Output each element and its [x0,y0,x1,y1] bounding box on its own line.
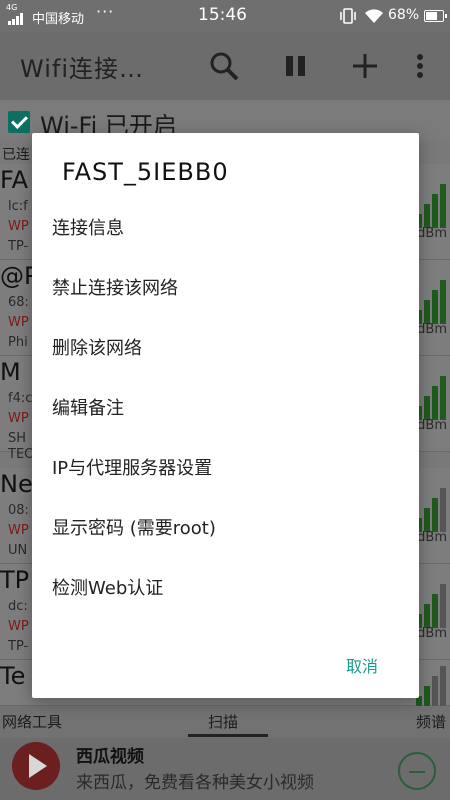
signal-strength-icon [416,280,446,324]
network-ssid: FA [0,166,29,194]
battery-percent: 68% [388,7,420,23]
wifi-icon [365,9,383,23]
tab-scan[interactable]: 扫描 [208,711,238,732]
menu-item-forbid-connect[interactable]: 禁止连接该网络 [32,259,419,319]
network-mac: f4:c [8,391,33,406]
tab-spectrum[interactable]: 频谱 [416,711,446,732]
network-vendor: UN [8,543,28,558]
network-options-dialog: FAST_5IEBB0 连接信息 禁止连接该网络 删除该网络 编辑备注 IP与代… [32,133,419,698]
dialog-title: FAST_5IEBB0 [62,158,229,186]
network-vendor: SH [8,431,27,446]
watermelon-video-logo [12,742,60,790]
network-ssid: TP [0,566,30,594]
network-dbm: dBm [417,626,447,641]
network-ssid: Te [0,662,26,690]
signal-strength-icon [416,184,446,228]
carrier-name: 中国移动 [32,12,85,27]
network-ssid: Ne [0,470,33,498]
app-bar: Wifi连接… [0,32,450,100]
pause-icon[interactable] [280,50,312,82]
signal-strength-icon [416,488,446,532]
signal-strength-icon [416,666,446,710]
network-mac: dc: [8,599,28,614]
status-bar: 4G 中国移动 ··· 15:46 68% [0,0,450,32]
network-security: WP [8,411,29,426]
network-security: WP [8,523,29,538]
play-icon [29,754,47,778]
menu-item-delete-network[interactable]: 删除该网络 [32,319,419,379]
menu-item-ip-proxy-settings[interactable]: IP与代理服务器设置 [32,439,419,499]
vibrate-icon [340,8,356,24]
battery-icon [424,10,447,22]
active-tab-indicator [188,734,268,737]
tab-network-tools[interactable]: 网络工具 [2,711,62,732]
network-mac: lc:f [8,199,28,214]
network-security: WP [8,219,29,234]
network-vendor: Phi [8,335,28,350]
menu-item-web-auth-check[interactable]: 检测Web认证 [32,559,419,619]
wifi-enabled-checkbox[interactable] [8,111,30,133]
network-dbm: dBm [417,530,447,545]
more-icon[interactable] [408,50,432,82]
network-vendor-line2: TEC [8,447,34,462]
network-vendor: TP- [8,639,29,654]
ad-banner[interactable]: 西瓜视频 来西瓜，免费看各种美女小视频 [0,738,450,800]
ad-dismiss-icon[interactable] [398,752,436,790]
network-mac: 08: [8,503,29,518]
more-notifications-icon: ··· [96,2,115,21]
network-ssid: M [0,358,21,386]
bottom-tabs: 网络工具 扫描 频谱 [0,706,450,738]
cancel-button[interactable]: 取消 [346,653,378,677]
menu-item-edit-note[interactable]: 编辑备注 [32,379,419,439]
connected-header: 已连 [2,147,30,163]
network-type: 4G [6,3,18,12]
network-dbm: dBm [417,418,447,433]
ad-subtitle: 来西瓜，免费看各种美女小视频 [76,773,314,793]
signal-strength-icon [416,376,446,420]
signal-strength-icon [416,584,446,628]
ad-title: 西瓜视频 [76,747,144,767]
search-icon[interactable] [208,50,240,82]
network-vendor: TP- [8,239,29,254]
network-dbm: dBm [417,322,447,337]
network-security: WP [8,619,29,634]
network-dbm: dBm [417,226,447,241]
add-icon[interactable] [349,50,381,82]
app-title: Wifi连接… [20,55,144,83]
menu-item-connection-info[interactable]: 连接信息 [32,199,419,259]
cell-signal-icon [8,13,23,25]
network-security: WP [8,315,29,330]
clock: 15:46 [198,5,247,25]
network-mac: 68: [8,295,29,310]
menu-item-show-password[interactable]: 显示密码 (需要root) [32,499,419,559]
